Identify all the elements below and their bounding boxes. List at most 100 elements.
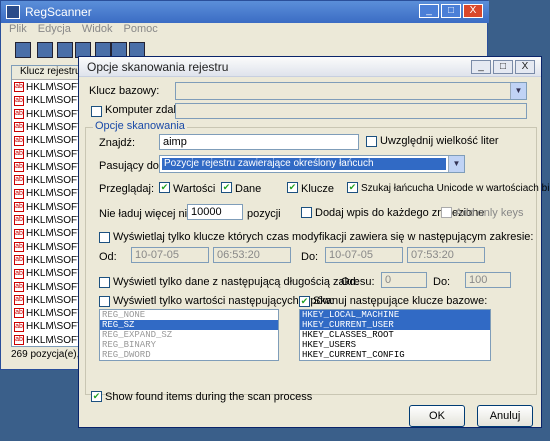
basekeys-listbox[interactable]: HKEY_LOCAL_MACHINE HKEY_CURRENT_USER HKEY_…: [299, 309, 491, 361]
menu-edycja[interactable]: Edycja: [38, 23, 71, 35]
list-item[interactable]: abHKLM\SOFTW: [14, 202, 80, 215]
list-item[interactable]: abHKLM\SOFTW: [14, 321, 80, 334]
basekey-list-item[interactable]: HKEY_USERS: [300, 340, 490, 350]
type-list-item[interactable]: REG_SZ: [100, 320, 278, 330]
basekey-list-item[interactable]: HKEY_CURRENT_CONFIG: [300, 350, 490, 360]
to-time-input[interactable]: [407, 247, 485, 263]
type-list-item[interactable]: REG_EXPAND_SZ: [100, 330, 278, 340]
basekeys-label: Skanuj następujące klucze bazowe:: [313, 295, 488, 307]
refresh-icon[interactable]: [37, 42, 53, 58]
dialog-close-button[interactable]: X: [515, 60, 535, 74]
list-item-key: HKLM\SOFTW: [26, 135, 80, 147]
scan-options-dialog: Opcje skanowania rejestru _ □ X Klucz ba…: [78, 56, 550, 428]
string-value-icon: ab: [14, 321, 24, 332]
string-value-icon: ab: [14, 335, 24, 346]
data-checkbox[interactable]: ✔: [221, 182, 232, 193]
chevron-down-icon: ▼: [510, 83, 526, 99]
menu-widok[interactable]: Widok: [82, 23, 113, 35]
show-found-checkbox[interactable]: ✔: [91, 391, 102, 402]
dialog-maximize-button[interactable]: □: [493, 60, 513, 74]
list-item-key: HKLM\SOFTW: [26, 281, 80, 293]
list-item[interactable]: abHKLM\SOFTW: [14, 242, 80, 255]
keys-checkbox[interactable]: ✔: [287, 182, 298, 193]
modtime-label: Wyświetlaj tylko klucze których czas mod…: [113, 231, 534, 243]
modtime-checkbox[interactable]: [99, 232, 110, 243]
column-header-key[interactable]: Klucz rejestru: [12, 66, 80, 80]
from-label: Od:: [99, 251, 117, 263]
list-item-key: HKLM\SOFTW: [26, 268, 80, 280]
list-item[interactable]: abHKLM\SOFTW: [14, 149, 80, 162]
maximize-button[interactable]: □: [441, 4, 461, 18]
datalen-label: Wyświetl tylko dane z następującą długoś…: [113, 276, 375, 288]
keys-label: Klucze: [301, 183, 335, 195]
string-value-icon: ab: [14, 281, 24, 292]
save-icon[interactable]: [57, 42, 73, 58]
type-list-item[interactable]: REG_NONE: [100, 310, 278, 320]
list-item-key: HKLM\SOFTW: [26, 254, 80, 266]
basekey-list-item[interactable]: HKEY_CURRENT_USER: [300, 320, 490, 330]
app-icon: [6, 5, 20, 19]
len-to-input[interactable]: [465, 272, 511, 288]
limit-input[interactable]: [187, 204, 243, 220]
dialog-minimize-button[interactable]: _: [471, 60, 491, 74]
minimize-button[interactable]: _: [419, 4, 439, 18]
cancel-button[interactable]: Anuluj: [477, 405, 533, 427]
base-key-dropdown[interactable]: ▼: [175, 82, 527, 100]
scan-icon[interactable]: [15, 42, 31, 58]
len-from-input[interactable]: [381, 272, 427, 288]
list-item-key: HKLM\SOFTW: [26, 95, 80, 107]
case-sensitive-checkbox[interactable]: [366, 136, 377, 147]
list-item[interactable]: abHKLM\SOFTW: [14, 108, 80, 122]
list-item[interactable]: abHKLM\SOFTW: [14, 122, 80, 135]
show-found-label: Show found items during the scan process: [105, 391, 313, 403]
list-item[interactable]: abHKLM\SOFTW: [14, 215, 80, 228]
type-list-item[interactable]: REG_DWORD: [100, 350, 278, 360]
basekey-list-item[interactable]: HKEY_CLASSES_ROOT: [300, 330, 490, 340]
add-only-keys-checkbox[interactable]: [441, 207, 452, 218]
type-list-item[interactable]: REG_BINARY: [100, 340, 278, 350]
string-value-icon: ab: [14, 268, 24, 279]
from-time-input[interactable]: [213, 247, 291, 263]
list-item[interactable]: abHKLM\SOFTW: [14, 82, 80, 95]
list-item[interactable]: abHKLM\SOFTW: [14, 254, 80, 268]
remote-computer-checkbox[interactable]: [91, 106, 102, 117]
basekeys-checkbox[interactable]: ✔: [299, 296, 310, 307]
match-dropdown[interactable]: Pozycje rejestru zawierające określony ł…: [159, 155, 465, 173]
list-item[interactable]: abHKLM\SOFTW: [14, 162, 80, 175]
types-checkbox[interactable]: [99, 296, 110, 307]
list-item[interactable]: abHKLM\SOFTW: [14, 175, 80, 188]
list-item[interactable]: abHKLM\SOFTW: [14, 228, 80, 241]
chevron-down-icon: ▼: [448, 156, 464, 172]
to-date-input[interactable]: [325, 247, 403, 263]
results-list[interactable]: Klucz rejestru abHKLM\SOFTWabHKLM\SOFTWa…: [11, 65, 81, 347]
values-checkbox[interactable]: ✔: [159, 182, 170, 193]
match-selected-value: Pozycje rejestru zawierające określony ł…: [162, 158, 446, 170]
unicode-checkbox[interactable]: ✔: [347, 182, 358, 193]
list-item-key: HKLM\SOFTW: [26, 188, 80, 200]
list-item[interactable]: abHKLM\SOFTW: [14, 308, 80, 321]
len-to-label: Do:: [433, 276, 451, 288]
datalen-checkbox[interactable]: [99, 277, 110, 288]
list-item[interactable]: abHKLM\SOFTW: [14, 281, 80, 295]
list-item[interactable]: abHKLM\SOFTW: [14, 135, 80, 148]
basekey-list-item[interactable]: HKEY_LOCAL_MACHINE: [300, 310, 490, 320]
list-item-key: HKLM\SOFTW: [26, 108, 80, 120]
list-item[interactable]: abHKLM\SOFTW: [14, 268, 80, 281]
types-listbox[interactable]: REG_NONE REG_SZ REG_EXPAND_SZ REG_BINARY REG…: [99, 309, 279, 361]
ok-button[interactable]: OK: [409, 405, 465, 427]
menu-plik[interactable]: Plik: [9, 23, 27, 35]
remote-computer-input[interactable]: [175, 103, 527, 119]
find-input[interactable]: [159, 134, 359, 150]
close-button[interactable]: X: [463, 4, 483, 18]
string-value-icon: ab: [14, 202, 24, 213]
type-list-item[interactable]: REG_DWORD_BIG_ENDIAN: [100, 360, 278, 361]
list-item[interactable]: abHKLM\SOFTW: [14, 295, 80, 308]
list-item[interactable]: abHKLM\SOFTW: [14, 95, 80, 108]
list-item[interactable]: abHKLM\SOFTW: [14, 335, 80, 346]
add-each-checkbox[interactable]: [301, 207, 312, 218]
menu-pomoc[interactable]: Pomoc: [124, 23, 158, 35]
from-date-input[interactable]: [131, 247, 209, 263]
main-title-bar: RegScanner _ □ X: [1, 1, 489, 23]
string-value-icon: ab: [14, 188, 24, 199]
list-item[interactable]: abHKLM\SOFTW: [14, 188, 80, 201]
